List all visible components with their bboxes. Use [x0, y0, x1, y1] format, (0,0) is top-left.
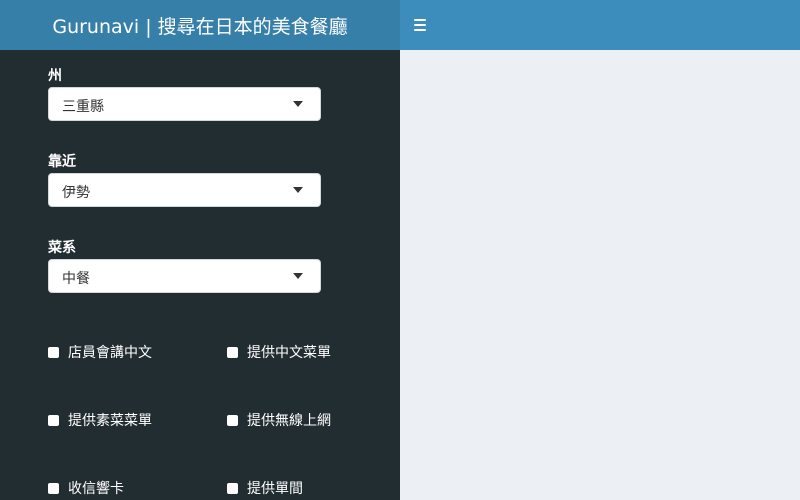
nearby-select[interactable]: 伊勢	[48, 173, 321, 207]
checkbox-credit-card[interactable]: 收信響卡	[48, 478, 124, 498]
nearby-select-value: 伊勢	[62, 185, 90, 201]
chevron-down-icon	[293, 187, 303, 193]
cuisine-select-value: 中餐	[62, 271, 90, 287]
sidebar: 州 三重縣 靠近 伊勢 菜系 中餐 店員會講中文 提供中文菜單 提供素菜菜單 提…	[0, 50, 400, 500]
checkbox-box[interactable]	[48, 414, 59, 426]
app-title: Gurunavi | 搜尋在日本的美食餐廳	[52, 15, 348, 38]
checkbox-label: 提供無線上網	[247, 413, 331, 429]
checkbox-chinese-speaking-staff[interactable]: 店員會講中文	[48, 342, 152, 362]
checkbox-box[interactable]	[227, 482, 238, 494]
sidebar-toggle-hamburger-icon[interactable]	[414, 17, 428, 33]
top-navbar	[400, 0, 800, 50]
app-window: Gurunavi | 搜尋在日本的美食餐廳 州 三重縣 靠近 伊勢 菜系 中餐 …	[0, 0, 800, 500]
nearby-label: 靠近	[48, 154, 76, 170]
cuisine-label: 菜系	[48, 240, 76, 256]
state-select[interactable]: 三重縣	[48, 87, 321, 121]
checkbox-label: 店員會講中文	[68, 345, 152, 361]
app-logo[interactable]: Gurunavi | 搜尋在日本的美食餐廳	[0, 0, 400, 50]
checkbox-label: 提供素菜菜單	[68, 413, 152, 429]
state-label: 州	[48, 68, 62, 84]
checkbox-vegetarian-menu[interactable]: 提供素菜菜單	[48, 410, 152, 430]
checkbox-label: 提供單間	[247, 481, 303, 497]
chevron-down-icon	[293, 273, 303, 279]
chevron-down-icon	[293, 101, 303, 107]
checkbox-box[interactable]	[227, 346, 238, 358]
checkbox-private-room[interactable]: 提供單間	[227, 478, 303, 498]
cuisine-select[interactable]: 中餐	[48, 259, 321, 293]
checkbox-label: 收信響卡	[68, 481, 124, 497]
state-select-value: 三重縣	[62, 99, 104, 115]
checkbox-box[interactable]	[48, 346, 59, 358]
checkbox-wifi[interactable]: 提供無線上網	[227, 410, 331, 430]
main-content	[400, 50, 800, 500]
checkbox-label: 提供中文菜單	[247, 345, 331, 361]
checkbox-chinese-menu[interactable]: 提供中文菜單	[227, 342, 331, 362]
checkbox-box[interactable]	[227, 414, 238, 426]
checkbox-box[interactable]	[48, 482, 59, 494]
